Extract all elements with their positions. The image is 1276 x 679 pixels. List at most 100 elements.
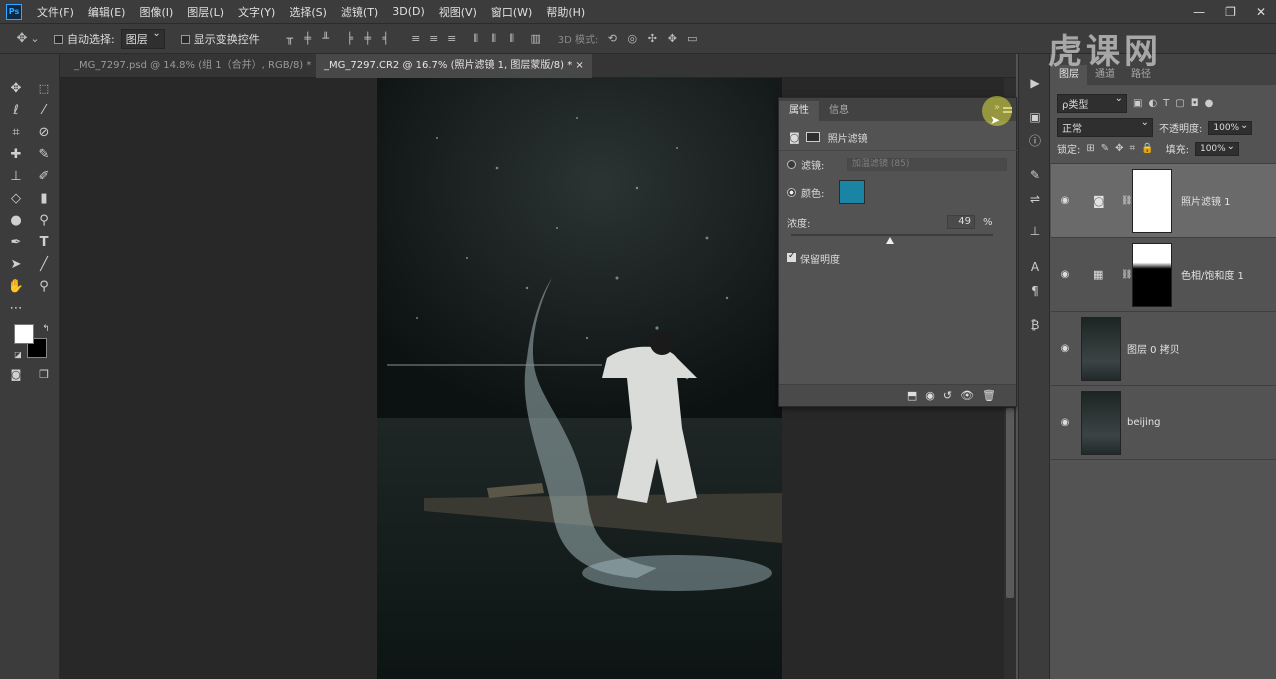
fill-input[interactable]: 100% bbox=[1194, 141, 1239, 156]
show-transform-checkbox[interactable] bbox=[180, 32, 194, 45]
menu-edit[interactable]: 编辑(E) bbox=[81, 4, 133, 20]
distribute-top-icon[interactable]: ≡ bbox=[408, 32, 424, 46]
quick-mask-icon[interactable]: ◙ bbox=[6, 366, 26, 384]
auto-select-checkbox[interactable] bbox=[54, 32, 67, 45]
menu-file[interactable]: 文件(F) bbox=[30, 4, 81, 20]
layer-thumbnail[interactable] bbox=[1081, 391, 1121, 455]
menu-filter[interactable]: 滤镜(T) bbox=[334, 4, 385, 20]
glyphs-icon[interactable]: ₿ bbox=[1025, 316, 1045, 334]
align-hcenter-icon[interactable]: ╪ bbox=[360, 32, 376, 46]
eraser-tool-icon[interactable]: ◇ bbox=[6, 190, 26, 208]
3d-slide-icon[interactable]: ✥ bbox=[664, 32, 680, 45]
layer-row-hue-saturation[interactable]: ◉ ▦ ⛓ 色相/饱和度 1 bbox=[1051, 237, 1276, 311]
foreground-color-swatch-top[interactable] bbox=[14, 324, 34, 344]
reset-icon[interactable]: ↺ bbox=[943, 389, 952, 402]
close-button[interactable]: ✕ bbox=[1256, 5, 1266, 19]
eye-icon[interactable]: ◉ bbox=[1051, 343, 1079, 354]
magic-wand-tool-icon[interactable]: ⁄ bbox=[34, 102, 54, 120]
3d-scale-icon[interactable]: ▭ bbox=[684, 32, 700, 45]
layer-kind-filter-dropdown[interactable]: ρ类型 bbox=[1057, 93, 1127, 113]
filter-dropdown[interactable]: 加温滤镜 (85) bbox=[847, 157, 1007, 171]
layer-row-photo-filter[interactable]: ◉ ◙ ⛓ 照片滤镜 1 bbox=[1051, 163, 1276, 237]
auto-align-icon[interactable]: ▥ bbox=[528, 32, 544, 46]
properties-icon[interactable]: ▣ bbox=[1025, 108, 1045, 126]
delete-icon[interactable]: 🗑 bbox=[982, 389, 996, 402]
align-vcenter-icon[interactable]: ╪ bbox=[300, 32, 316, 46]
density-slider-track[interactable] bbox=[791, 234, 993, 236]
distribute-hcenter-icon[interactable]: ⫴ bbox=[486, 32, 502, 46]
marquee-tool-icon[interactable]: ⬚ bbox=[34, 80, 54, 98]
distribute-vcenter-icon[interactable]: ≡ bbox=[426, 32, 442, 46]
clip-to-layer-icon[interactable]: ⬒ bbox=[907, 389, 917, 402]
eye-icon[interactable]: ◉ bbox=[1051, 417, 1079, 428]
clone-source-icon[interactable]: ⊥ bbox=[1025, 222, 1045, 240]
density-input[interactable]: 49 bbox=[947, 215, 975, 229]
3d-roll-icon[interactable]: ◎ bbox=[624, 32, 640, 45]
history-brush-tool-icon[interactable]: ✐ bbox=[34, 168, 54, 186]
minimize-button[interactable]: — bbox=[1193, 5, 1205, 19]
link-icon[interactable]: ⛓ bbox=[1121, 270, 1132, 280]
move-tool-icon[interactable]: ✥ bbox=[6, 80, 26, 98]
adjustments-icon[interactable]: ⇌ bbox=[1025, 190, 1045, 208]
close-icon[interactable]: × bbox=[575, 60, 583, 71]
mask-icon[interactable] bbox=[805, 132, 820, 142]
eye-icon[interactable]: ◉ bbox=[1051, 195, 1079, 206]
character-icon[interactable]: A bbox=[1025, 258, 1045, 276]
default-colors-icon[interactable]: ◪ bbox=[8, 346, 28, 364]
distribute-bottom-icon[interactable]: ≡ bbox=[444, 32, 460, 46]
layer-row-layer0-copy[interactable]: ◉ 图层 0 拷贝 bbox=[1051, 311, 1276, 385]
align-left-icon[interactable]: ╞ bbox=[342, 32, 358, 46]
brush-settings-icon[interactable]: ✎ bbox=[1025, 166, 1045, 184]
align-top-icon[interactable]: ╥ bbox=[282, 32, 298, 46]
gradient-tool-icon[interactable]: ▮ bbox=[34, 190, 54, 208]
tab-mg7297-psd[interactable]: _MG_7297.psd @ 14.8% (组 1（合并）, RGB/8) * … bbox=[66, 54, 331, 78]
menu-select[interactable]: 选择(S) bbox=[282, 4, 334, 20]
menu-image[interactable]: 图像(I) bbox=[132, 4, 180, 20]
layer-thumbnail[interactable] bbox=[1081, 317, 1121, 381]
line-tool-icon[interactable]: ╱ bbox=[34, 256, 54, 274]
menu-layer[interactable]: 图层(L) bbox=[180, 4, 231, 20]
align-right-icon[interactable]: ╡ bbox=[378, 32, 394, 46]
paragraph-icon[interactable]: ¶ bbox=[1025, 282, 1045, 300]
color-radio[interactable] bbox=[787, 187, 796, 197]
3d-orbit-icon[interactable]: ⟲ bbox=[604, 32, 620, 45]
scrollbar-thumb[interactable] bbox=[1006, 408, 1014, 598]
menu-3d[interactable]: 3D(D) bbox=[385, 5, 432, 18]
lock-icons[interactable]: ⊞✎✥⌗🔒 bbox=[1086, 143, 1159, 154]
align-bottom-icon[interactable]: ╨ bbox=[318, 32, 334, 46]
path-selection-tool-icon[interactable]: ➤ bbox=[6, 256, 26, 274]
pen-tool-icon[interactable]: ✒ bbox=[6, 234, 26, 252]
color-swatch[interactable] bbox=[839, 180, 865, 204]
lasso-tool-icon[interactable]: ℓ bbox=[6, 102, 26, 120]
3d-pan-icon[interactable]: ✣ bbox=[644, 32, 660, 45]
crop-tool-icon[interactable]: ⌗ bbox=[6, 124, 26, 142]
layer-mask-thumbnail[interactable] bbox=[1132, 169, 1172, 233]
blur-tool-icon[interactable]: ● bbox=[6, 212, 26, 230]
more-tools-icon[interactable]: ⋯ bbox=[6, 300, 26, 318]
tab-info[interactable]: 信息 bbox=[819, 101, 859, 121]
layer-row-beijing[interactable]: ◉ beijing bbox=[1051, 385, 1276, 459]
tab-properties[interactable]: 属性 bbox=[779, 101, 819, 121]
link-icon[interactable]: ⛓ bbox=[1121, 196, 1132, 206]
preserve-luminosity-checkbox[interactable] bbox=[787, 251, 800, 264]
menu-view[interactable]: 视图(V) bbox=[432, 4, 484, 20]
menu-window[interactable]: 窗口(W) bbox=[484, 4, 539, 20]
view-previous-state-icon[interactable]: ◉ bbox=[925, 389, 935, 402]
density-slider-thumb[interactable] bbox=[885, 237, 894, 244]
tool-preset-chevron-icon[interactable]: ⌄ bbox=[30, 32, 40, 45]
clone-stamp-tool-icon[interactable]: ⊥ bbox=[6, 168, 26, 186]
restore-button[interactable]: ❐ bbox=[1225, 5, 1236, 19]
layer-mask-thumbnail[interactable] bbox=[1132, 243, 1172, 307]
toggle-visibility-icon[interactable]: 👁 bbox=[960, 389, 974, 402]
type-tool-icon[interactable]: T bbox=[34, 234, 54, 252]
filter-radio[interactable] bbox=[787, 159, 796, 169]
menu-help[interactable]: 帮助(H) bbox=[539, 4, 592, 20]
opacity-input[interactable]: 100% bbox=[1208, 120, 1253, 135]
brush-tool-icon[interactable]: ✎ bbox=[34, 146, 54, 164]
eye-icon[interactable]: ◉ bbox=[1051, 269, 1079, 280]
auto-select-dropdown[interactable]: 图层 bbox=[120, 28, 165, 49]
swap-colors-icon[interactable]: ↰ bbox=[36, 320, 56, 338]
eyedropper-tool-icon[interactable]: ⊘ bbox=[34, 124, 54, 142]
tab-mg7297-cr2[interactable]: _MG_7297.CR2 @ 16.7% (照片滤镜 1, 图层蒙版/8) * … bbox=[316, 54, 592, 78]
distribute-left-icon[interactable]: ⫴ bbox=[468, 32, 484, 46]
